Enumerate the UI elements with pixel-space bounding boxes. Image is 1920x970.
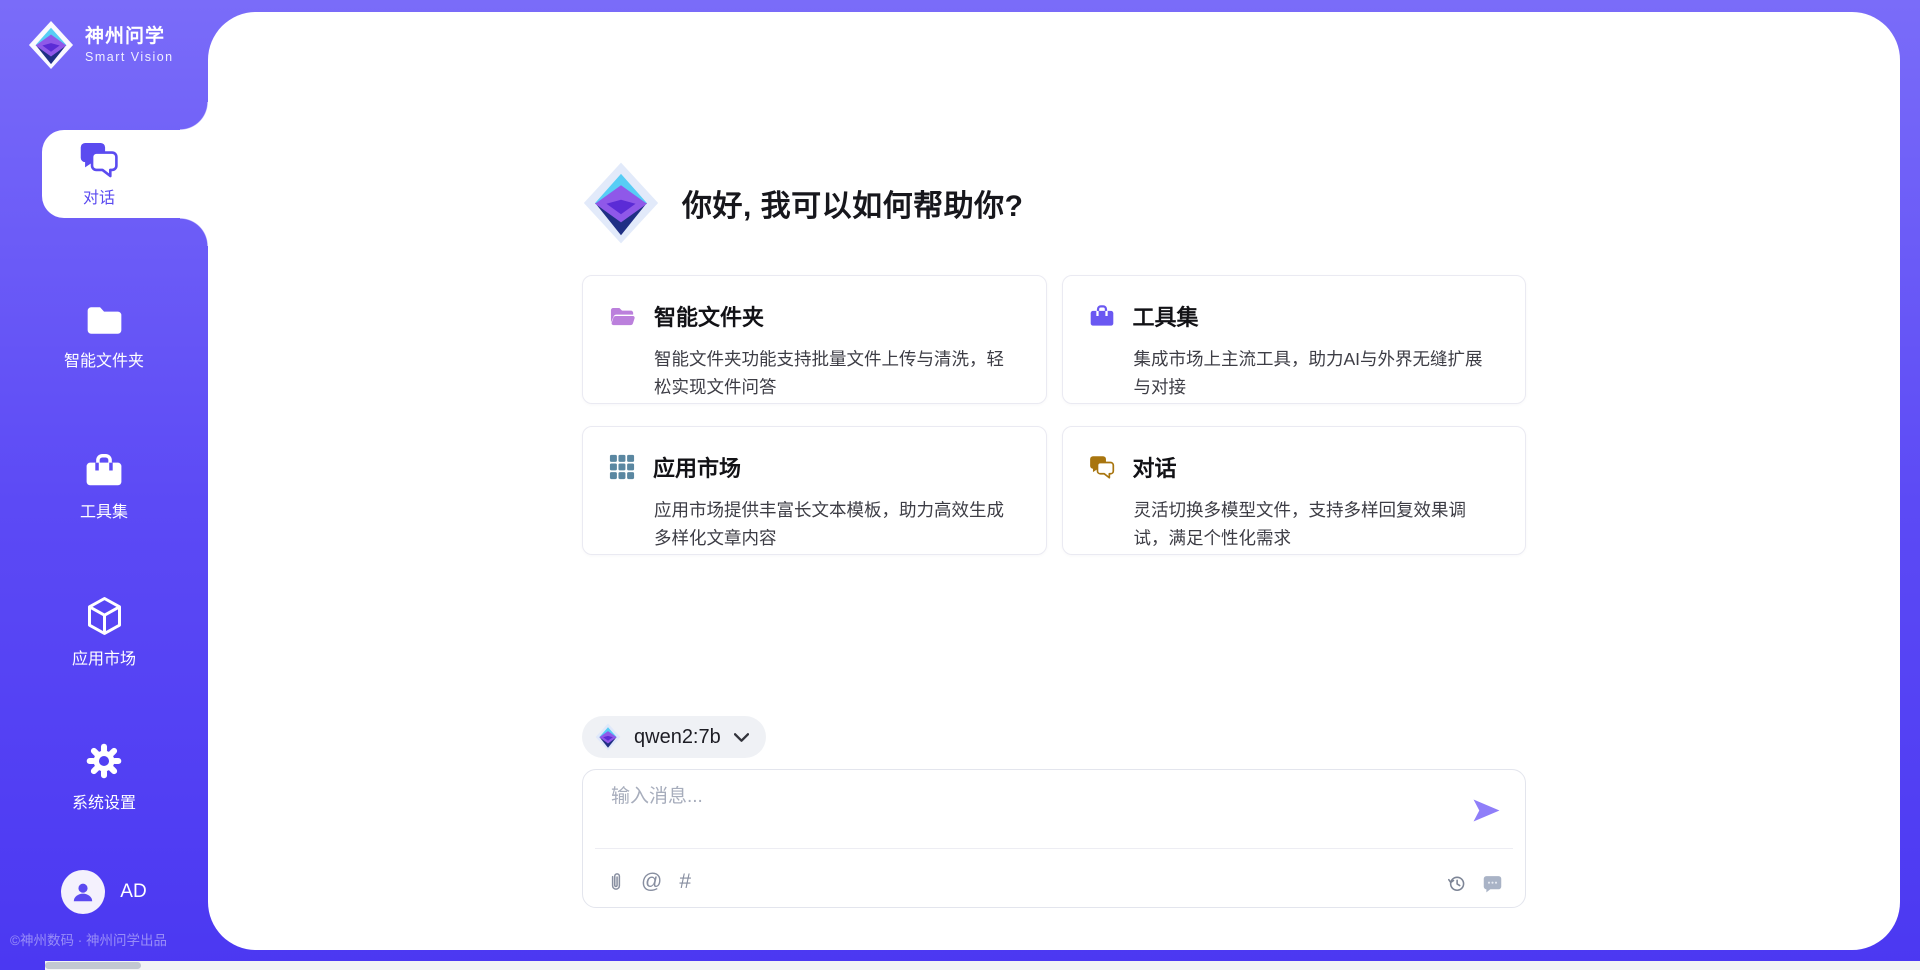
message-input[interactable]	[609, 785, 1513, 809]
app-window: 神州问学 Smart Vision 你好, 我可以如何帮助你?	[0, 0, 1920, 970]
composer-divider	[595, 848, 1513, 849]
feature-card-app-market[interactable]: 应用市场 应用市场提供丰富长文本模板，助力高效生成多样化文章内容	[582, 426, 1047, 555]
sidebar-item-smart-folder[interactable]: 智能文件夹	[0, 303, 208, 371]
cube-icon	[86, 596, 123, 636]
user-profile[interactable]: AD	[0, 870, 208, 914]
model-selector[interactable]: qwen2:7b	[582, 716, 766, 758]
card-title: 对话	[1133, 451, 1177, 483]
feature-card-smart-folder[interactable]: 智能文件夹 智能文件夹功能支持批量文件上传与清洗，轻松实现文件问答	[582, 275, 1047, 404]
sidebar-item-label: 应用市场	[72, 645, 136, 669]
sidebar-item-label: 系统设置	[72, 789, 136, 813]
greeting-text: 你好, 我可以如何帮助你?	[682, 181, 1024, 225]
folder-open-icon	[609, 304, 636, 328]
gear-icon	[85, 742, 123, 780]
chat-icon	[79, 141, 119, 178]
toolbox-icon	[84, 452, 124, 489]
chevron-down-icon	[734, 733, 749, 742]
person-icon	[70, 879, 96, 905]
feature-cards-grid: 智能文件夹 智能文件夹功能支持批量文件上传与清洗，轻松实现文件问答	[582, 275, 1526, 555]
folder-icon	[85, 303, 124, 338]
paperclip-icon[interactable]	[608, 870, 624, 894]
main-content-panel: 你好, 我可以如何帮助你? 智能文件夹 智能文件夹功能支持批量文件上传与清洗，轻…	[208, 12, 1900, 950]
assistant-diamond-icon	[582, 161, 660, 245]
scrollbar-thumb[interactable]	[45, 962, 141, 969]
toolbox-icon	[1089, 304, 1115, 328]
history-icon[interactable]	[1446, 873, 1467, 894]
sidebar-item-label: 对话	[83, 184, 115, 208]
sidebar-item-label: 工具集	[80, 498, 128, 522]
message-composer: @ #	[582, 769, 1526, 908]
feature-card-toolset[interactable]: 工具集 集成市场上主流工具，助力AI与外界无缝扩展与对接	[1062, 275, 1527, 404]
sidebar-item-chat[interactable]: 对话	[42, 130, 208, 218]
card-description: 智能文件夹功能支持批量文件上传与清洗，轻松实现文件问答	[654, 345, 1020, 401]
card-title: 应用市场	[653, 451, 741, 483]
sidebar-item-toolset[interactable]: 工具集	[0, 452, 208, 522]
chat-icon	[1089, 455, 1115, 479]
card-title: 智能文件夹	[654, 300, 764, 332]
card-description: 灵活切换多模型文件，支持多样回复效果调试，满足个性化需求	[1134, 496, 1500, 552]
chat-toggle-icon[interactable]	[1482, 874, 1503, 894]
model-name: qwen2:7b	[634, 726, 721, 749]
model-diamond-icon	[595, 723, 621, 751]
composer-area: qwen2:7b	[582, 716, 1526, 908]
mention-icon[interactable]: @	[641, 871, 662, 893]
sidebar-item-app-market[interactable]: 应用市场	[0, 596, 208, 669]
send-icon[interactable]	[1472, 798, 1501, 823]
hash-icon[interactable]: #	[679, 871, 691, 893]
sidebar-item-label: 智能文件夹	[64, 347, 144, 371]
feature-card-chat[interactable]: 对话 灵活切换多模型文件，支持多样回复效果调试，满足个性化需求	[1062, 426, 1527, 555]
user-initials: AD	[120, 881, 146, 903]
horizontal-scrollbar[interactable]	[45, 961, 1920, 970]
greeting-block: 你好, 我可以如何帮助你?	[582, 12, 1526, 245]
brand-logo: 神州问学 Smart Vision	[28, 20, 174, 70]
copyright-text: ©神州数码 · 神州问学出品	[10, 929, 167, 949]
brand-diamond-icon	[28, 20, 74, 70]
grid-icon	[609, 454, 635, 480]
brand-name: 神州问学	[85, 26, 174, 48]
avatar	[61, 870, 105, 914]
brand-subtitle: Smart Vision	[85, 50, 174, 64]
card-title: 工具集	[1133, 300, 1199, 332]
sidebar-item-settings[interactable]: 系统设置	[0, 742, 208, 813]
card-description: 集成市场上主流工具，助力AI与外界无缝扩展与对接	[1134, 345, 1500, 401]
card-description: 应用市场提供丰富长文本模板，助力高效生成多样化文章内容	[654, 496, 1020, 552]
